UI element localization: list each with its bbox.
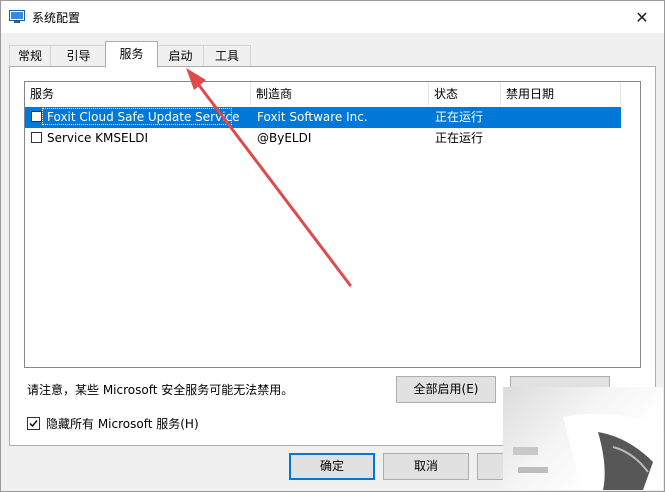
photo-overlay-corner	[503, 387, 663, 490]
tab-boot[interactable]: 引导	[50, 45, 107, 67]
close-button[interactable]: ✕	[620, 1, 664, 33]
hide-ms-services-checkbox[interactable]	[27, 417, 40, 430]
title-bar: 系统配置 ✕	[1, 1, 664, 33]
photo-overlay-image	[513, 413, 663, 490]
list-header: 服务 制造商 状态 禁用日期	[25, 82, 640, 106]
tab-services[interactable]: 服务	[105, 41, 158, 68]
enable-all-button[interactable]: 全部启用(E)	[396, 376, 496, 403]
close-icon: ✕	[635, 7, 649, 27]
service-disabled-date	[507, 128, 617, 149]
service-name: Foxit Cloud Safe Update Service	[47, 110, 240, 124]
table-row[interactable]: Foxit Cloud Safe Update Service Foxit So…	[25, 107, 621, 128]
tab-startup[interactable]: 启动	[157, 45, 204, 67]
column-header-status[interactable]: 状态	[429, 82, 501, 106]
cancel-button[interactable]: 取消	[383, 453, 469, 480]
service-name: Service KMSELDI	[47, 131, 149, 145]
tab-tools[interactable]: 工具	[203, 45, 251, 67]
service-vendor: Foxit Software Inc.	[257, 110, 368, 124]
service-checkbox[interactable]	[31, 111, 42, 122]
checkmark-icon	[29, 420, 38, 428]
tab-general[interactable]: 常规	[9, 45, 51, 67]
service-disabled-date	[507, 107, 617, 128]
column-header-disabled-date[interactable]: 禁用日期	[501, 82, 621, 106]
ok-button[interactable]: 确定	[289, 453, 375, 480]
hide-ms-services-label: 隐藏所有 Microsoft 服务(H)	[46, 417, 199, 431]
service-vendor: @ByELDI	[257, 131, 312, 145]
column-header-service[interactable]: 服务	[25, 82, 251, 106]
system-config-app-icon	[9, 10, 25, 23]
window-title: 系统配置	[32, 11, 81, 25]
service-status: 正在运行	[435, 131, 484, 145]
services-list[interactable]: 服务 制造商 状态 禁用日期 Foxit Cloud Safe Update S…	[24, 81, 641, 368]
table-row[interactable]: Service KMSELDI @ByELDI 正在运行	[25, 128, 621, 149]
service-status: 正在运行	[435, 110, 484, 124]
service-checkbox[interactable]	[31, 132, 42, 143]
ms-services-notice: 请注意，某些 Microsoft 安全服务可能无法禁用。	[27, 383, 294, 397]
column-header-manufacturer[interactable]: 制造商	[251, 82, 429, 106]
